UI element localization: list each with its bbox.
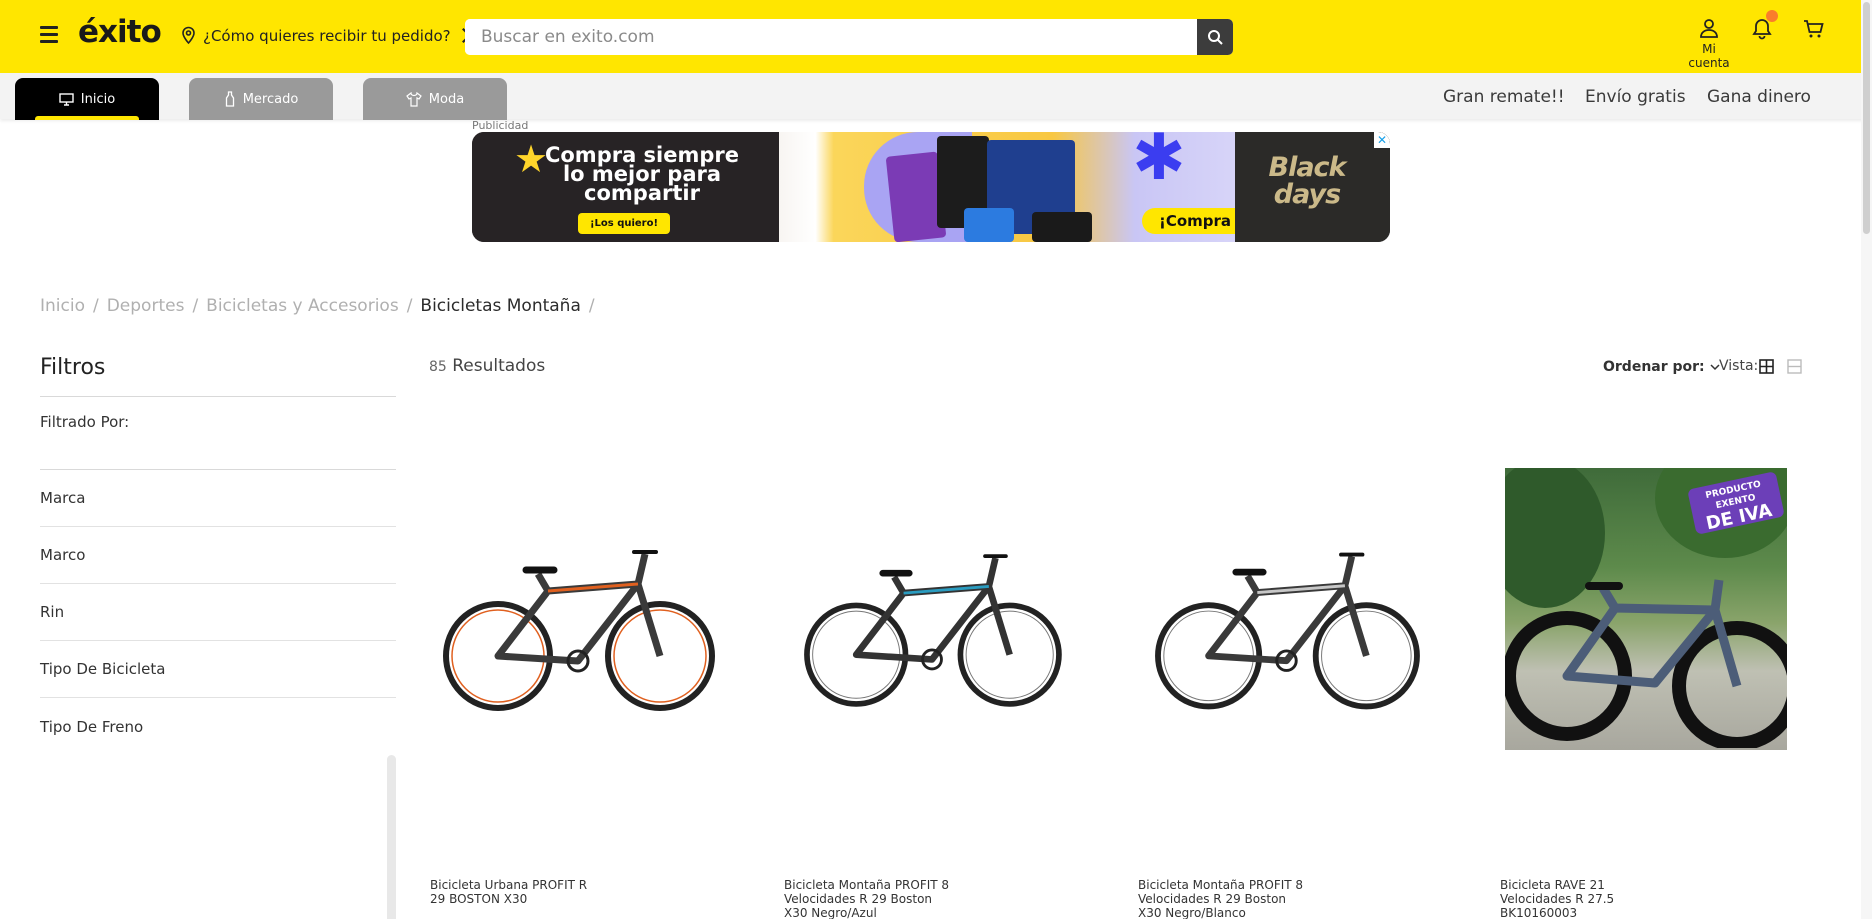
- logo-text: éxito: [78, 14, 162, 50]
- monitor-icon: [59, 92, 74, 106]
- bicycle-icon: [1505, 579, 1787, 748]
- link-gran-remate[interactable]: Gran remate!!: [1443, 87, 1565, 107]
- tab-label: Moda: [428, 91, 465, 107]
- account-label: Mi cuenta: [1688, 42, 1730, 70]
- scrollbar-thumb[interactable]: [1863, 2, 1870, 234]
- filtered-by-label: Filtrado Por:: [40, 413, 130, 431]
- ad-promo-text: Black days: [1268, 152, 1346, 210]
- tab-label: Inicio: [80, 91, 116, 107]
- product-card[interactable]: Bicicleta Montaña PROFIT 8 Velocidades R…: [1136, 420, 1436, 919]
- tab-label: Mercado: [242, 91, 299, 107]
- breadcrumb: Inicio / Deportes / Bicicletas y Accesor…: [40, 296, 603, 316]
- filters-title: Filtros: [40, 355, 106, 380]
- facet-marco[interactable]: Marco: [40, 527, 396, 584]
- facet-label: Marca: [40, 489, 86, 507]
- results-number: 85: [429, 359, 447, 375]
- breadcrumb-current: Bicicletas Montaña: [420, 296, 581, 316]
- facet-tipo-bicicleta[interactable]: Tipo De Bicicleta: [40, 641, 396, 698]
- ad-headline: Compra siempre lo mejor para compartir: [544, 143, 740, 205]
- delivery-selector[interactable]: ¿Cómo quieres recibir tu pedido?: [180, 26, 474, 45]
- facet-tipo-freno[interactable]: Tipo De Freno: [40, 698, 396, 755]
- location-pin-icon: [182, 26, 195, 45]
- product-name[interactable]: Bicicleta Urbana PROFIT R 29 BOSTON X30: [430, 878, 600, 906]
- link-gana-dinero[interactable]: Gana dinero: [1707, 87, 1811, 107]
- product-name[interactable]: Bicicleta RAVE 21 Velocidades R 27.5 BK1…: [1500, 878, 1670, 919]
- tab-inicio[interactable]: Inicio: [15, 78, 159, 120]
- delivery-prompt: ¿Cómo quieres recibir tu pedido?: [203, 26, 451, 45]
- bicycle-icon: [804, 554, 1062, 707]
- ad-cta-los-quiero[interactable]: ¡Los quiero!: [578, 213, 670, 234]
- facet-label: Marco: [40, 546, 86, 564]
- grid-view-icon[interactable]: [1759, 359, 1774, 374]
- sort-label: Ordenar por:: [1603, 359, 1705, 375]
- link-envio-gratis[interactable]: Envío gratis: [1585, 87, 1686, 107]
- bicycle-icon: [443, 550, 715, 711]
- search-icon: [1207, 29, 1223, 45]
- list-view-icon[interactable]: [1787, 359, 1802, 374]
- product-card[interactable]: PRODUCTO EXENTO DE IVA Bicicleta RAVE 21…: [1498, 420, 1798, 919]
- facet-marca[interactable]: Marca: [40, 470, 396, 527]
- bicycle-icon: [1154, 552, 1420, 709]
- facet-label: Tipo De Freno: [40, 717, 144, 736]
- product-photo: PRODUCTO EXENTO DE IVA: [1505, 468, 1787, 750]
- sort-dropdown[interactable]: Ordenar por:: [1603, 359, 1720, 375]
- cart-icon: [1804, 20, 1824, 38]
- results-label: Resultados: [452, 356, 546, 376]
- product-card[interactable]: Bicicleta Montaña PROFIT 8 Velocidades R…: [782, 420, 1082, 919]
- shirt-icon: [405, 91, 422, 107]
- breadcrumb-separator: /: [406, 296, 413, 316]
- tab-moda[interactable]: Moda: [363, 78, 507, 120]
- exito-logo[interactable]: éxito: [78, 14, 162, 50]
- menu-icon[interactable]: [40, 26, 58, 43]
- breadcrumb-separator: /: [92, 296, 99, 316]
- ad-label: Publicidad: [472, 119, 529, 132]
- product-card[interactable]: Bicicleta Urbana PROFIT R 29 BOSTON X30: [428, 420, 728, 919]
- filters-scrollbar[interactable]: [387, 755, 396, 919]
- category-nav: Inicio Mercado Moda Gran remate!! Envío …: [0, 73, 1872, 120]
- divider: [40, 396, 396, 397]
- breadcrumb-deportes[interactable]: Deportes: [107, 296, 185, 316]
- facet-rin[interactable]: Rin: [40, 584, 396, 641]
- page-scrollbar[interactable]: [1861, 0, 1872, 919]
- results-count: 85 Resultados: [429, 356, 545, 376]
- product-name[interactable]: Bicicleta Montaña PROFIT 8 Velocidades R…: [784, 878, 954, 919]
- ad-close-button[interactable]: ✕: [1374, 132, 1390, 148]
- breadcrumb-inicio[interactable]: Inicio: [40, 296, 85, 316]
- chocolate-pack-image: [964, 208, 1014, 242]
- notifications-button[interactable]: [1752, 10, 1778, 44]
- top-header: éxito ¿Cómo quieres recibir tu pedido? M…: [0, 0, 1872, 73]
- tab-mercado[interactable]: Mercado: [189, 78, 333, 120]
- ad-banner[interactable]: ★ Compra siempre lo mejor para compartir…: [472, 132, 1390, 242]
- view-label: Vista:: [1719, 358, 1759, 374]
- product-image: [428, 466, 728, 796]
- breadcrumb-separator: /: [192, 296, 199, 316]
- breadcrumb-separator: /: [588, 296, 595, 316]
- account-button[interactable]: Mi cuenta: [1680, 18, 1738, 70]
- search-button[interactable]: [1197, 19, 1233, 55]
- user-icon: [1700, 19, 1718, 38]
- product-name[interactable]: Bicicleta Montaña PROFIT 8 Velocidades R…: [1138, 878, 1308, 919]
- cart-button[interactable]: [1803, 19, 1825, 43]
- facet-label: Rin: [40, 603, 65, 621]
- candy-box-image: [1032, 212, 1092, 242]
- sparkle-icon: ✱: [1132, 132, 1186, 195]
- notification-badge: [1766, 10, 1778, 22]
- facet-label: Tipo De Bicicleta: [40, 660, 166, 678]
- search-bar: [465, 19, 1233, 55]
- breadcrumb-bicicletas-accesorios[interactable]: Bicicletas y Accesorios: [206, 296, 399, 316]
- search-input[interactable]: [465, 19, 1197, 55]
- product-image: [782, 466, 1082, 796]
- product-image: [1136, 466, 1436, 796]
- bottle-icon: [225, 91, 234, 107]
